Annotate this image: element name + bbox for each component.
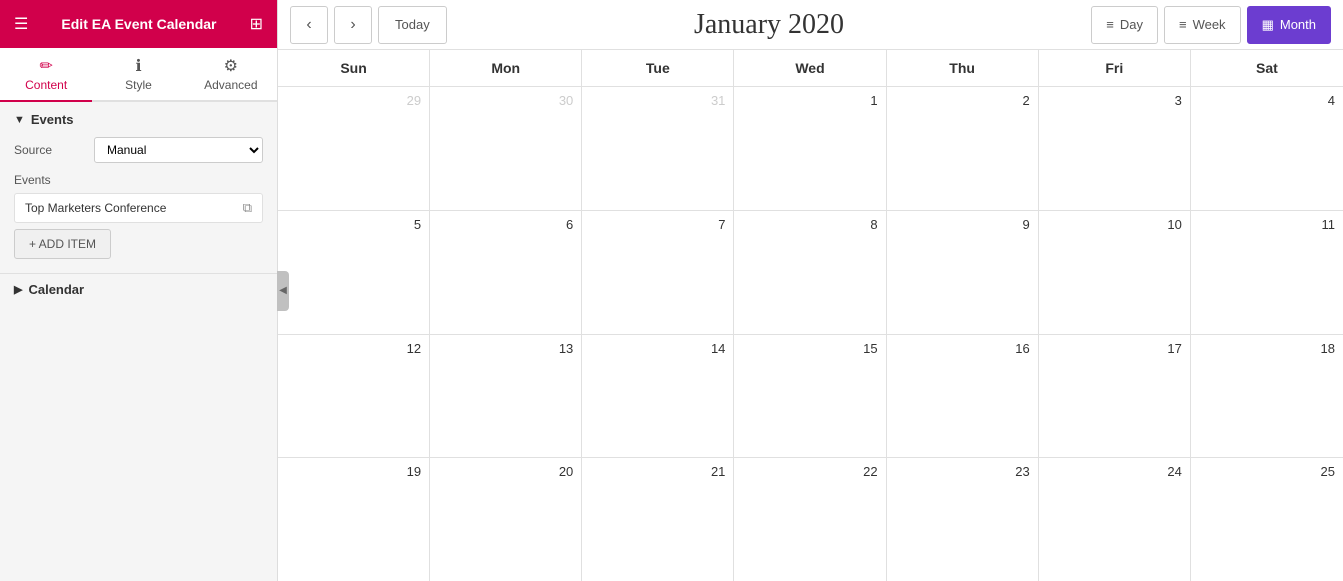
- right-panel: ‹ › Today January 2020 ≡ Day ≡ Week ▦ Mo…: [278, 0, 1343, 581]
- month-view-icon: ▦: [1262, 17, 1274, 33]
- table-row[interactable]: 23: [887, 458, 1039, 581]
- events-sub-label: Events: [14, 173, 263, 187]
- panel-tabs: ✏ Content ℹ Style ⚙ Advanced: [0, 48, 277, 102]
- table-row[interactable]: 29: [278, 87, 430, 210]
- table-row[interactable]: 18: [1191, 335, 1343, 458]
- events-section-header[interactable]: ▼ Events: [14, 112, 263, 127]
- table-row[interactable]: 14: [582, 335, 734, 458]
- events-section: ▼ Events Source Manual Google Calendar T…: [0, 102, 277, 273]
- calendar-section-header[interactable]: ▶ Calendar: [14, 282, 263, 297]
- month-view-label: Month: [1280, 17, 1316, 32]
- today-label: Today: [395, 17, 430, 32]
- panel-title: Edit EA Event Calendar: [61, 16, 216, 32]
- day-headers: Sun Mon Tue Wed Thu Fri Sat: [278, 50, 1343, 87]
- day-header-tue: Tue: [582, 50, 734, 86]
- style-tab-icon: ℹ: [135, 56, 141, 76]
- event-item: Top Marketers Conference ⧉: [14, 193, 263, 223]
- table-row[interactable]: 22: [734, 458, 886, 581]
- today-button[interactable]: Today: [378, 6, 447, 44]
- prev-month-button[interactable]: ‹: [290, 6, 328, 44]
- collapse-handle[interactable]: ◀: [277, 271, 289, 311]
- add-item-button[interactable]: + ADD ITEM: [14, 229, 111, 259]
- events-arrow-icon: ▼: [14, 114, 25, 126]
- table-row[interactable]: 4: [1191, 87, 1343, 210]
- week-view-icon: ≡: [1179, 17, 1187, 32]
- event-item-name: Top Marketers Conference: [25, 201, 166, 215]
- table-row[interactable]: 1: [734, 87, 886, 210]
- table-row[interactable]: 24: [1039, 458, 1191, 581]
- advanced-tab-label: Advanced: [204, 78, 257, 92]
- source-select[interactable]: Manual Google Calendar The Events Calend…: [94, 137, 263, 163]
- grid-icon[interactable]: ⊞: [250, 14, 263, 34]
- day-header-wed: Wed: [734, 50, 886, 86]
- week-view-button[interactable]: ≡ Week: [1164, 6, 1241, 44]
- table-row[interactable]: 25: [1191, 458, 1343, 581]
- prev-icon: ‹: [306, 16, 311, 34]
- table-row[interactable]: 19: [278, 458, 430, 581]
- source-field-row: Source Manual Google Calendar The Events…: [14, 137, 263, 163]
- table-row[interactable]: 20: [430, 458, 582, 581]
- table-row[interactable]: 12: [278, 335, 430, 458]
- left-panel: ☰ Edit EA Event Calendar ⊞ ✏ Content ℹ S…: [0, 0, 278, 581]
- next-icon: ›: [350, 16, 355, 34]
- table-row[interactable]: 31: [582, 87, 734, 210]
- table-row[interactable]: 30: [430, 87, 582, 210]
- table-row[interactable]: 13: [430, 335, 582, 458]
- table-row[interactable]: 2: [887, 87, 1039, 210]
- month-view-button[interactable]: ▦ Month: [1247, 6, 1331, 44]
- table-row[interactable]: 21: [582, 458, 734, 581]
- day-view-label: Day: [1120, 17, 1143, 32]
- table-row[interactable]: 5: [278, 211, 430, 334]
- table-row[interactable]: 16: [887, 335, 1039, 458]
- calendar-title: January 2020: [453, 9, 1086, 41]
- week-view-label: Week: [1193, 17, 1226, 32]
- style-tab-label: Style: [125, 78, 152, 92]
- day-view-button[interactable]: ≡ Day: [1091, 6, 1158, 44]
- table-row[interactable]: 7: [582, 211, 734, 334]
- hamburger-icon[interactable]: ☰: [14, 14, 28, 34]
- day-header-thu: Thu: [887, 50, 1039, 86]
- table-row[interactable]: 11: [1191, 211, 1343, 334]
- calendar-weeks: 29 30 31 1 2 3 4 5 6 7 8 9 10 11 12: [278, 87, 1343, 581]
- calendar-arrow-icon: ▶: [14, 283, 22, 296]
- table-row[interactable]: 3: [1039, 87, 1191, 210]
- tab-style[interactable]: ℹ Style: [92, 48, 184, 102]
- table-row[interactable]: 8: [734, 211, 886, 334]
- tab-advanced[interactable]: ⚙ Advanced: [185, 48, 277, 102]
- table-row[interactable]: 10: [1039, 211, 1191, 334]
- week-2: 5 6 7 8 9 10 11: [278, 211, 1343, 335]
- content-tab-label: Content: [25, 78, 67, 92]
- table-row[interactable]: 9: [887, 211, 1039, 334]
- day-view-icon: ≡: [1106, 17, 1114, 32]
- next-month-button[interactable]: ›: [334, 6, 372, 44]
- day-header-mon: Mon: [430, 50, 582, 86]
- panel-header: ☰ Edit EA Event Calendar ⊞: [0, 0, 277, 48]
- events-section-label: Events: [31, 112, 74, 127]
- table-row[interactable]: 17: [1039, 335, 1191, 458]
- calendar-section-label: Calendar: [28, 282, 84, 297]
- event-item-icons: ⧉: [243, 200, 252, 216]
- add-item-label: + ADD ITEM: [29, 237, 96, 251]
- calendar-settings-section: ▶ Calendar: [0, 273, 277, 305]
- calendar-toolbar: ‹ › Today January 2020 ≡ Day ≡ Week ▦ Mo…: [278, 0, 1343, 50]
- content-tab-icon: ✏: [39, 56, 52, 76]
- table-row[interactable]: 6: [430, 211, 582, 334]
- week-3: 12 13 14 15 16 17 18: [278, 335, 1343, 459]
- week-1: 29 30 31 1 2 3 4: [278, 87, 1343, 211]
- day-header-sat: Sat: [1191, 50, 1343, 86]
- table-row[interactable]: 15: [734, 335, 886, 458]
- week-4: 19 20 21 22 23 24 25: [278, 458, 1343, 581]
- calendar-grid: Sun Mon Tue Wed Thu Fri Sat 29 30 31 1 2…: [278, 50, 1343, 581]
- source-label: Source: [14, 143, 94, 157]
- day-header-sun: Sun: [278, 50, 430, 86]
- tab-content[interactable]: ✏ Content: [0, 48, 92, 102]
- advanced-tab-icon: ⚙: [224, 56, 238, 76]
- day-header-fri: Fri: [1039, 50, 1191, 86]
- duplicate-icon[interactable]: ⧉: [243, 200, 252, 216]
